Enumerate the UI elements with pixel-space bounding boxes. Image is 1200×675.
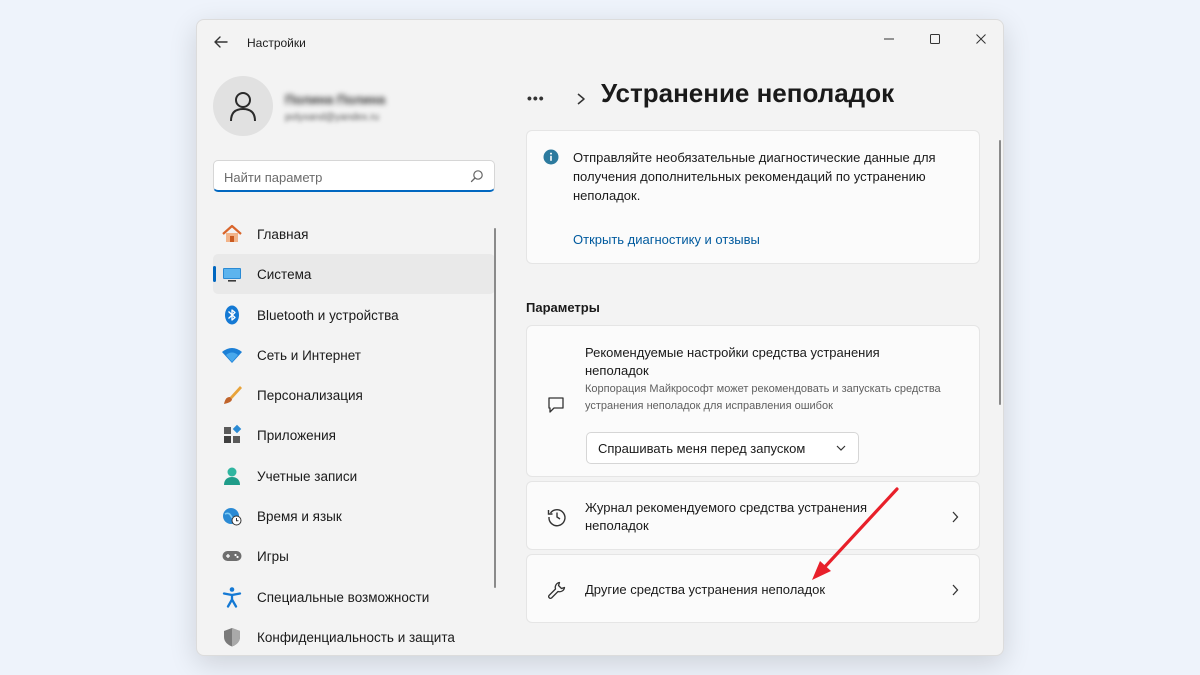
user-email: polyxand@yandex.ru [285,112,380,123]
monitor-icon [221,263,243,285]
sidebar-item-label: Bluetooth и устройства [257,307,399,323]
section-title: Параметры [526,300,600,315]
recommended-settings-dropdown[interactable]: Спрашивать меня перед запуском [586,432,859,464]
sidebar-item-label: Время и язык [257,509,342,525]
sidebar-item-time-language[interactable]: Время и язык [213,496,495,536]
sidebar-item-label: Система [257,267,312,283]
sidebar-item-home[interactable]: Главная [213,214,495,254]
arrow-left-icon [214,36,228,48]
recommended-settings-description: Корпорация Майкрософт может рекомендоват… [585,383,941,412]
avatar [213,76,273,136]
info-icon [543,149,559,165]
brush-icon [221,384,243,406]
open-diagnostics-link[interactable]: Открыть диагностику и отзывы [573,232,760,247]
sidebar-item-gaming[interactable]: Игры [213,536,495,576]
back-button[interactable] [211,33,231,51]
dropdown-selected-value: Спрашивать меня перед запуском [598,441,806,456]
recommended-settings-title: Рекомендуемые настройки средства устране… [585,345,880,378]
bluetooth-icon [221,304,243,326]
minimize-button[interactable] [869,26,909,52]
user-name: Полина Полина [285,92,386,107]
sidebar-item-label: Персонализация [257,388,363,404]
recommended-settings-card: Рекомендуемые настройки средства устране… [526,325,980,477]
account-icon [221,465,243,487]
chevron-right-icon [952,511,959,523]
sidebar-item-label: Учетные записи [257,468,358,484]
other-troubleshooters-item[interactable]: Другие средства устранения неполадок [526,554,980,623]
sidebar-item-label: Приложения [257,428,336,444]
wifi-icon [221,344,243,366]
settings-window: Настройки Полина Полина polyxand@yandex.… [196,19,1004,656]
app-title: Настройки [247,36,306,50]
sidebar-item-apps[interactable]: Приложения [213,415,495,455]
chevron-right-icon [952,584,959,596]
apps-icon [221,424,243,446]
gamepad-icon [221,545,243,567]
breadcrumb-more-button[interactable]: ••• [527,90,545,106]
troubleshooter-history-title: Журнал рекомендуемого средства устранени… [585,500,868,533]
chevron-right-icon [577,93,585,105]
sidebar-item-system[interactable]: Система [213,254,495,295]
maximize-button[interactable] [915,26,955,52]
other-troubleshooters-title: Другие средства устранения неполадок [585,582,826,597]
title-bar: Настройки [197,20,1003,64]
sidebar-item-label: Игры [257,549,289,565]
accessibility-icon [221,586,243,608]
search-box[interactable] [213,160,495,192]
sidebar-item-label: Специальные возможности [257,589,430,605]
sidebar-item-bluetooth[interactable]: Bluetooth и устройства [213,295,495,335]
sidebar-item-label: Главная [257,227,309,242]
sidebar-item-accessibility[interactable]: Специальные возможности [213,577,495,617]
diagnostics-info-card: Отправляйте необязательные диагностическ… [526,130,980,264]
wrench-icon [548,581,566,599]
search-input[interactable] [224,167,464,187]
sidebar-item-network[interactable]: Сеть и Интернет [213,335,495,375]
sidebar-item-accounts[interactable]: Учетные записи [213,456,495,496]
close-button[interactable] [961,26,1001,52]
chat-bubble-icon [548,397,564,413]
diagnostics-info-text: Отправляйте необязательные диагностическ… [573,150,936,203]
chevron-down-icon [836,445,846,451]
maximize-icon [930,34,940,44]
content-scrollbar[interactable] [999,140,1001,405]
minimize-icon [884,38,894,40]
sidebar-item-personalization[interactable]: Персонализация [213,375,495,415]
history-icon [547,509,566,527]
sidebar-scrollbar[interactable] [494,228,496,588]
search-icon [470,169,484,183]
globe-clock-icon [221,505,243,527]
shield-icon [221,626,243,648]
troubleshooter-history-item[interactable]: Журнал рекомендуемого средства устранени… [526,481,980,550]
close-icon [976,34,986,44]
home-icon [221,223,243,245]
sidebar-nav: Главная Система Bluetooth и устройства С… [213,214,495,655]
page-title: Устранение неполадок [601,78,895,108]
sidebar-item-privacy[interactable]: Конфиденциальность и защита [213,617,495,655]
person-icon [230,92,256,122]
sidebar-item-label: Конфиденциальность и защита [257,629,455,645]
sidebar-item-label: Сеть и Интернет [257,347,361,363]
